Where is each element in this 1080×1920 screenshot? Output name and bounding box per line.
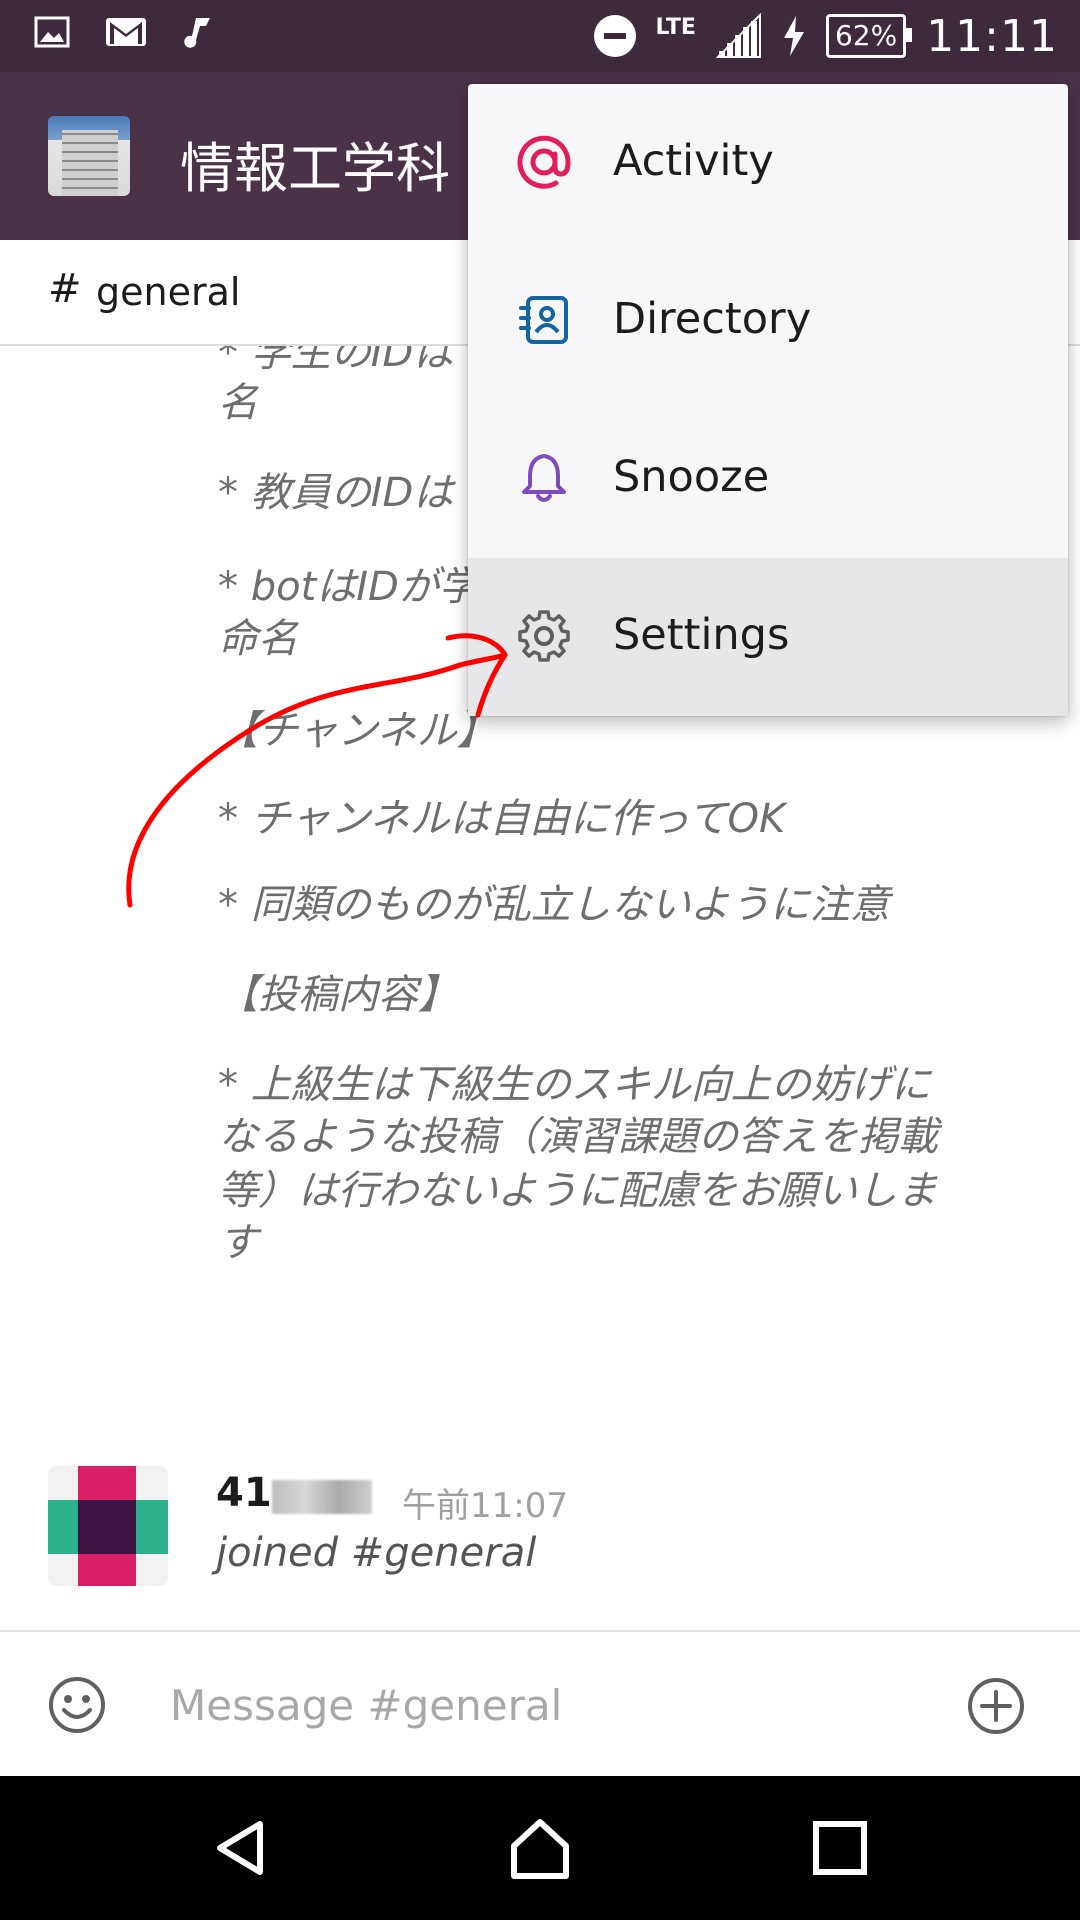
join-text: joined #general xyxy=(216,1530,537,1576)
menu-item-activity[interactable]: Activity xyxy=(468,84,1068,242)
message-line: す xyxy=(218,1220,258,1266)
signal-icon xyxy=(715,13,761,58)
team-name[interactable]: 情報工学科 xyxy=(180,124,450,203)
menu-label-settings: Settings xyxy=(613,610,790,660)
recents-icon[interactable] xyxy=(808,1816,872,1880)
clock: 11:11 xyxy=(926,10,1058,62)
menu-item-directory[interactable]: Directory xyxy=(468,242,1068,400)
back-icon[interactable] xyxy=(210,1816,274,1880)
music-notification-icon xyxy=(184,18,210,48)
bell-icon xyxy=(522,454,566,502)
join-message[interactable]: 41 午前11:07 joined #general xyxy=(0,1466,1080,1606)
message-line: 等）は行わないように配慮をお願いしま xyxy=(218,1168,938,1214)
emoji-icon[interactable] xyxy=(48,1676,106,1734)
do-not-disturb-icon xyxy=(593,15,636,57)
message-input[interactable] xyxy=(168,1672,912,1738)
overflow-menu: Activity Directory Snooze Settings xyxy=(468,84,1068,716)
message-timestamp: 午前11:07 xyxy=(402,1486,568,1526)
message-line: なるような投稿（演習課題の答えを掲載 xyxy=(218,1114,938,1160)
menu-item-snooze[interactable]: Snooze xyxy=(468,400,1068,558)
at-icon xyxy=(517,135,571,189)
charging-icon xyxy=(783,16,804,56)
channel-name[interactable]: general xyxy=(96,270,240,314)
message-line: * 同類のものが乱立しないように注意 xyxy=(218,882,890,928)
team-avatar[interactable] xyxy=(48,116,130,196)
gear-icon xyxy=(518,610,570,662)
battery-indicator: 62% xyxy=(825,14,913,58)
directory-icon xyxy=(519,296,568,344)
message-line: * チャンネルは自由に作ってOK xyxy=(218,796,786,842)
lte-label: LTE xyxy=(655,14,696,40)
message-composer xyxy=(0,1630,1080,1778)
image-notification-icon xyxy=(34,16,70,48)
menu-label-snooze: Snooze xyxy=(613,452,770,502)
menu-item-settings[interactable]: Settings xyxy=(468,558,1068,716)
android-nav-bar xyxy=(0,1776,1080,1920)
username[interactable]: 41 xyxy=(216,1470,272,1516)
gmail-notification-icon xyxy=(106,18,146,46)
home-icon[interactable] xyxy=(508,1816,572,1880)
status-bar: LTE 62% 11:11 xyxy=(0,0,1080,72)
message-line: * 上級生は下級生のスキル向上の妨げに xyxy=(218,1062,931,1108)
user-avatar[interactable] xyxy=(48,1466,168,1586)
menu-label-directory: Directory xyxy=(613,294,812,344)
channel-hash-icon: # xyxy=(48,266,82,312)
message-line: 【投稿内容】 xyxy=(218,972,458,1018)
menu-label-activity: Activity xyxy=(613,136,774,186)
redacted-username xyxy=(272,1480,372,1514)
add-attachment-icon[interactable] xyxy=(966,1676,1026,1736)
